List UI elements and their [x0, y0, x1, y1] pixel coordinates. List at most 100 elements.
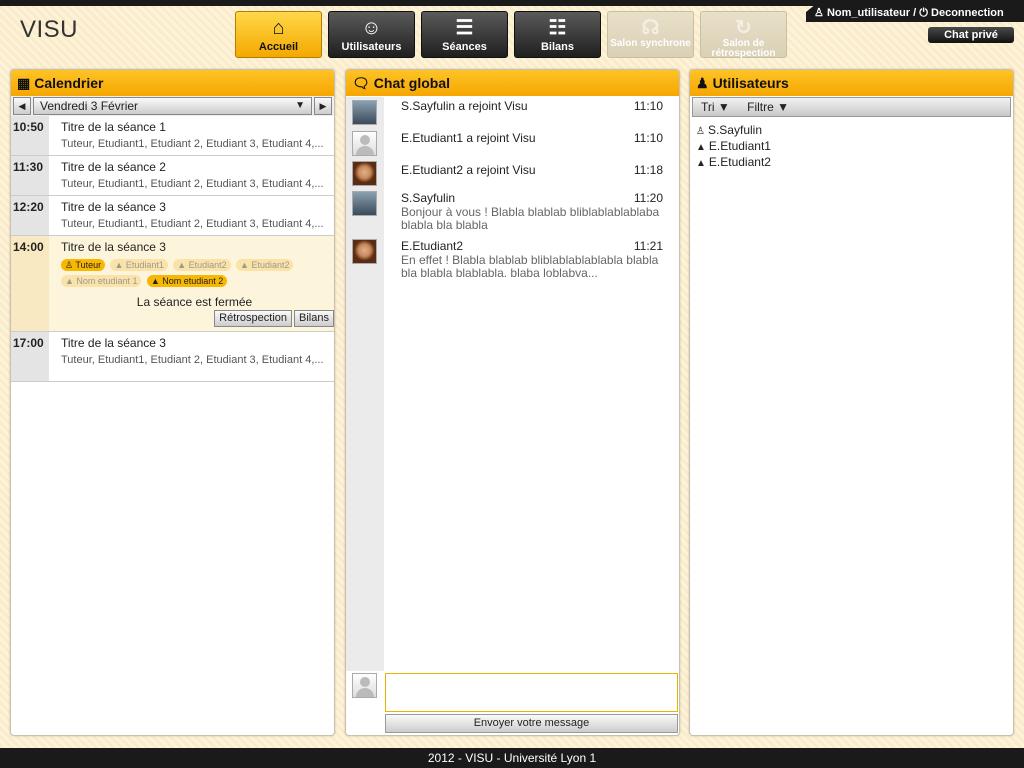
power-icon: ⏻ — [919, 7, 928, 19]
session-time: 17:00 — [11, 332, 49, 381]
date-select[interactable]: Vendredi 3 Février ▼ — [33, 97, 312, 115]
session-item[interactable]: 10:50 Titre de la séance 1 Tuteur, Etudi… — [11, 116, 334, 156]
user-name: S.Sayfulin — [707, 123, 762, 137]
users-panel: ♟ Utilisateurs Tri ▼ Filtre ▼ ♙ S.Sayfulin… — [689, 69, 1014, 736]
tutor-icon: ♙ — [65, 260, 76, 270]
avatar — [352, 131, 377, 156]
calendar-title: Calendrier — [34, 75, 104, 91]
session-participants: Tuteur, Etudiant1, Etudiant 2, Etudiant … — [61, 178, 324, 190]
message-time: 11:18 — [633, 163, 663, 177]
session-title: Titre de la séance 3 — [61, 200, 166, 214]
participant-tag[interactable]: ▲ Etudiant2 — [236, 259, 294, 271]
session-time: 10:50 — [11, 116, 49, 155]
home-icon: ⌂ — [272, 17, 285, 39]
calendar-header: ▦ Calendrier — [11, 70, 334, 96]
session-participants: Tuteur, Etudiant1, Etudiant 2, Etudiant … — [61, 218, 324, 230]
nav-sync-room-label: Salon synchrone — [610, 38, 691, 49]
tutor-icon: ♙ — [696, 126, 705, 137]
session-title: Titre de la séance 3 — [61, 240, 166, 254]
session-item[interactable]: 11:30 Titre de la séance 2 Tuteur, Etudi… — [11, 156, 334, 196]
message-author: S.Sayfulin a rejoint Visu — [401, 99, 528, 113]
student-cap-icon: ▲ — [696, 158, 706, 169]
user-item[interactable]: ▲ E.Etudiant1 — [696, 138, 1007, 154]
calendar-icon: ▦ — [17, 75, 31, 91]
session-item[interactable]: 12:20 Titre de la séance 3 Tuteur, Etudi… — [11, 196, 334, 236]
private-chat-button[interactable]: Chat privé — [928, 27, 1014, 43]
nav-retro-room-button: ↻ Salon de rétrospection — [700, 11, 787, 59]
clipboard-icon: ☰ — [455, 17, 474, 39]
headset-icon: ☊ — [641, 17, 660, 39]
date-select-value: Vendredi 3 Février — [40, 99, 139, 113]
student-cap-icon: ▲ — [114, 260, 126, 270]
nav-users-label: Utilisateurs — [341, 41, 402, 53]
tag-label: Nom etudiant 1 — [76, 276, 138, 286]
avatar — [352, 191, 377, 216]
session-status: La séance est fermée — [136, 295, 253, 309]
nav-reports-button[interactable]: ☷ Bilans — [514, 11, 601, 58]
retrospection-button[interactable]: Rétrospection — [214, 310, 293, 327]
user-name: E.Etudiant2 — [708, 155, 771, 169]
message-author: E.Etudiant1 a rejoint Visu — [401, 131, 536, 145]
nav-sessions-label: Séances — [442, 41, 487, 53]
filter-dropdown[interactable]: Filtre ▼ — [747, 100, 789, 114]
speech-bubbles-icon: 🗨 — [352, 75, 370, 91]
student-cap-icon: ▲ — [65, 276, 77, 286]
message-time: 11:10 — [633, 99, 663, 113]
avatar — [352, 239, 377, 264]
tag-label: Etudiant2 — [188, 260, 227, 270]
username-link[interactable]: Nom_utilisateur — [827, 7, 910, 19]
participant-tag-tutor[interactable]: ♙ Tuteur — [61, 259, 106, 271]
session-item[interactable]: 17:00 Titre de la séance 3 Tuteur, Etudi… — [11, 332, 334, 382]
student-cap-icon: ▲ — [696, 142, 706, 153]
message-author: E.Etudiant2 — [401, 239, 464, 253]
nav-sessions-button[interactable]: ☰ Séances — [421, 11, 508, 58]
user-add-icon: ♟ — [696, 75, 709, 91]
chat-header: 🗨 Chat global — [346, 70, 679, 96]
users-header: ♟ Utilisateurs — [690, 70, 1013, 96]
tag-label: Nom etudiant 2 — [162, 276, 224, 286]
my-avatar — [352, 673, 377, 698]
user-bar: ♙ Nom_utilisateur / ⏻ Deconnection — [806, 4, 1024, 22]
user-item[interactable]: ♙ S.Sayfulin — [696, 122, 1007, 138]
logout-link[interactable]: Deconnection — [931, 7, 1004, 19]
message-author: S.Sayfulin — [401, 191, 456, 205]
avatar — [352, 161, 377, 186]
session-time: 11:30 — [11, 156, 49, 195]
participant-tag[interactable]: ▲ Etudiant1 — [110, 259, 168, 271]
reports-button[interactable]: Bilans — [294, 310, 334, 327]
user-name: E.Etudiant1 — [708, 139, 771, 153]
date-navigator: ◀ Vendredi 3 Février ▼ ▶ — [11, 96, 334, 116]
student-cap-icon: ▲ — [177, 260, 189, 270]
tag-label: Etudiant2 — [251, 260, 290, 270]
chevron-down-icon: ▼ — [295, 100, 305, 111]
message-time: 11:21 — [633, 239, 663, 253]
tag-label: Etudiant1 — [125, 260, 164, 270]
users-toolbar: Tri ▼ Filtre ▼ — [692, 97, 1011, 117]
user-item[interactable]: ▲ E.Etudiant2 — [696, 154, 1007, 170]
message-time: 11:20 — [633, 191, 663, 205]
nav-home-button[interactable]: ⌂ Accueil — [235, 11, 322, 58]
message-time: 11:10 — [633, 131, 663, 145]
session-participants: Tuteur, Etudiant1, Etudiant 2, Etudiant … — [61, 354, 324, 366]
student-cap-icon: ▲ — [150, 276, 163, 286]
session-title: Titre de la séance 3 — [61, 336, 166, 350]
participant-tag-active[interactable]: ▲ Nom etudiant 2 — [146, 275, 228, 287]
sort-dropdown[interactable]: Tri ▼ — [701, 100, 730, 114]
nav-users-button[interactable]: ☺ Utilisateurs — [328, 11, 415, 58]
session-time: 14:00 — [11, 236, 49, 331]
chat-panel: 🗨 Chat global S.Sayfulin a rejoint Visu 1… — [345, 69, 680, 736]
message-text: En effet ! Blabla blablab bliblablablabl… — [401, 253, 659, 280]
session-title: Titre de la séance 2 — [61, 160, 166, 174]
app-logo: VISU — [20, 16, 79, 43]
users-icon: ☺ — [361, 17, 382, 39]
participant-tag[interactable]: ▲ Nom etudiant 1 — [61, 275, 142, 287]
participant-tag[interactable]: ▲ Etudiant2 — [173, 259, 231, 271]
report-icon: ☷ — [548, 17, 567, 39]
prev-day-button[interactable]: ◀ — [13, 97, 31, 115]
session-item-selected[interactable]: 14:00 Titre de la séance 3 ♙ Tuteur ▲ Et… — [11, 236, 334, 332]
chat-title: Chat global — [373, 75, 451, 91]
participant-tags: ♙ Tuteur ▲ Etudiant1 ▲ Etudiant2 ▲ Etudi… — [61, 257, 328, 289]
next-day-button[interactable]: ▶ — [314, 97, 332, 115]
send-message-button[interactable]: Envoyer votre message — [385, 714, 678, 733]
chat-message-input[interactable] — [385, 673, 678, 712]
